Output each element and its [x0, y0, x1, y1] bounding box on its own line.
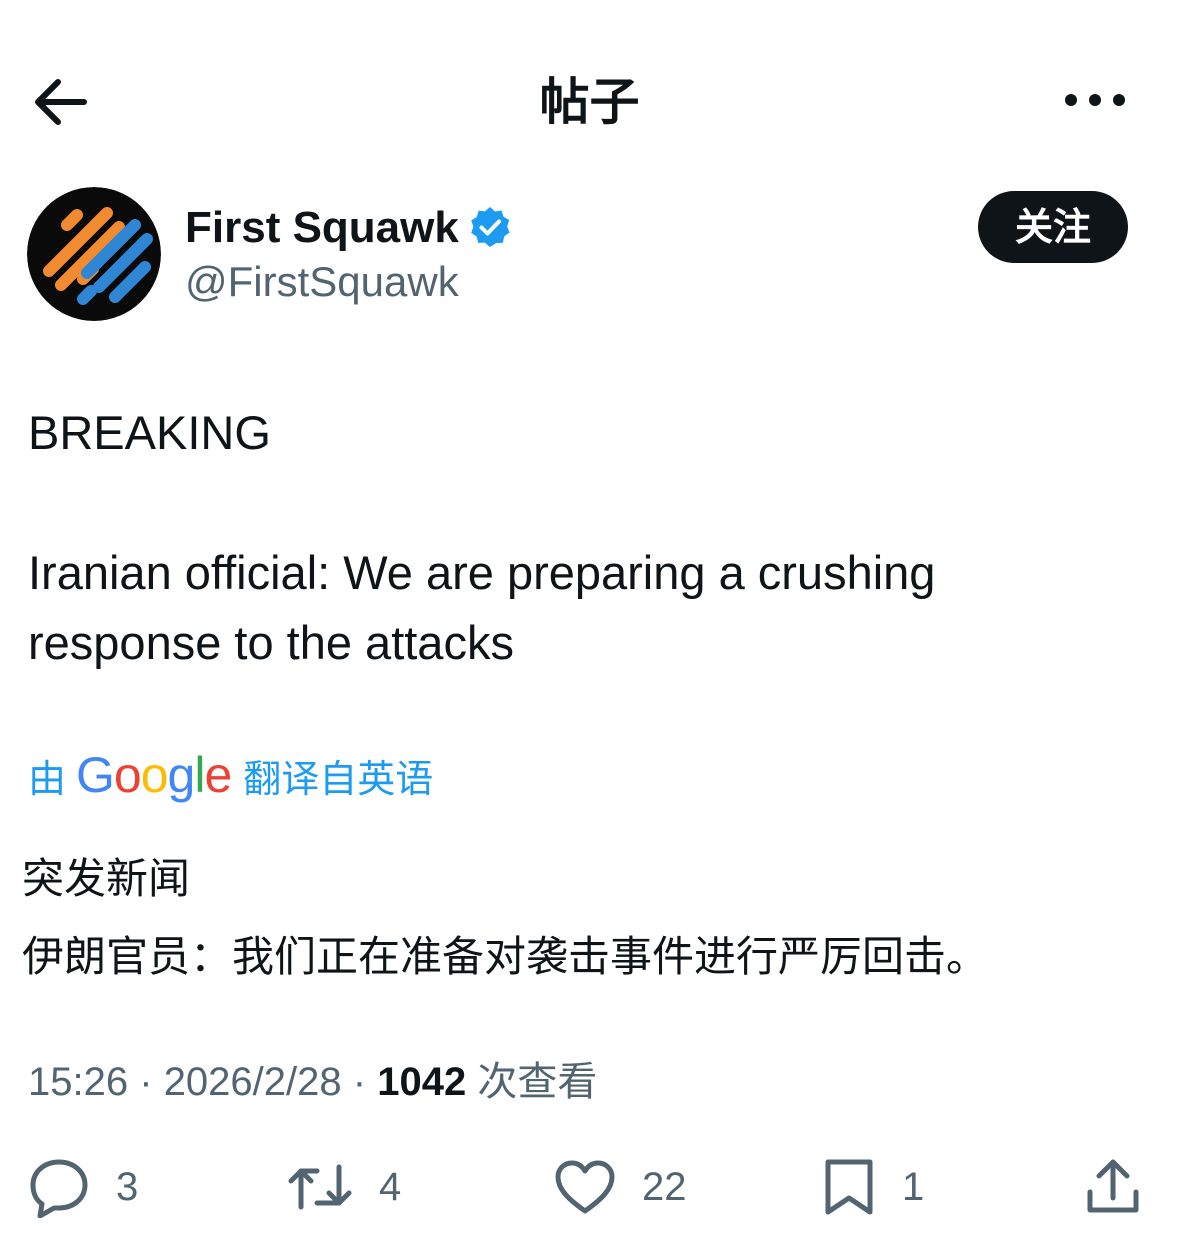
reply-count: 3: [116, 1164, 139, 1209]
translation-attribution[interactable]: 由 Google 翻译自英语: [28, 745, 433, 805]
meta-separator: ·: [352, 1060, 367, 1104]
translation-prefix: 由: [28, 756, 67, 801]
bookmark-icon: [825, 1159, 873, 1215]
share-icon: [1087, 1159, 1139, 1213]
repost-count: 4: [379, 1164, 402, 1209]
bookmark-button[interactable]: 1: [822, 1150, 924, 1224]
more-horizontal-icon: [1065, 94, 1125, 106]
avatar[interactable]: [27, 187, 161, 321]
tweet-text: BREAKING Iranian official: We are prepar…: [28, 398, 1148, 678]
views-label: 次查看: [477, 1059, 598, 1105]
follow-button[interactable]: 关注: [978, 191, 1128, 263]
more-button[interactable]: [1062, 80, 1128, 120]
like-button[interactable]: 22: [554, 1150, 687, 1224]
views-count: 1042: [377, 1060, 467, 1104]
repost-icon: [288, 1164, 352, 1210]
first-squawk-logo-icon: [27, 187, 161, 321]
post-page: 帖子 First Squawk @FirstSquawk 关注 BREAKING…: [0, 0, 1179, 1234]
like-count: 22: [642, 1164, 687, 1209]
reply-icon: [30, 1159, 88, 1218]
translated-text: 突发新闻 伊朗官员：我们正在准备对袭击事件进行严厉回击。: [22, 840, 1152, 996]
author-name[interactable]: First Squawk: [185, 202, 459, 254]
tweet-line-breaking: BREAKING: [28, 406, 271, 459]
repost-button[interactable]: 4: [287, 1150, 401, 1224]
post-meta: 15:26 · 2026/2/28 · 1042 次查看: [28, 1052, 597, 1112]
reply-button[interactable]: 3: [28, 1150, 138, 1224]
tweet-line-headline: Iranian official: We are preparing a cru…: [28, 546, 936, 669]
meta-separator: ·: [139, 1060, 153, 1104]
post-date[interactable]: 2026/2/28: [164, 1060, 342, 1104]
page-title: 帖子: [539, 73, 640, 131]
translated-line-1: 突发新闻: [22, 854, 191, 903]
translated-line-2: 伊朗官员：我们正在准备对袭击事件进行严厉回击。: [22, 932, 989, 981]
post-time[interactable]: 15:26: [28, 1060, 128, 1104]
bookmark-count: 1: [902, 1164, 925, 1209]
share-button[interactable]: [1084, 1150, 1142, 1224]
author-handle[interactable]: @FirstSquawk: [185, 256, 459, 308]
heart-icon: [555, 1160, 615, 1214]
google-logo: Google: [76, 747, 232, 803]
translation-suffix: 翻译自英语: [243, 756, 434, 801]
verified-badge-icon: [468, 205, 512, 249]
